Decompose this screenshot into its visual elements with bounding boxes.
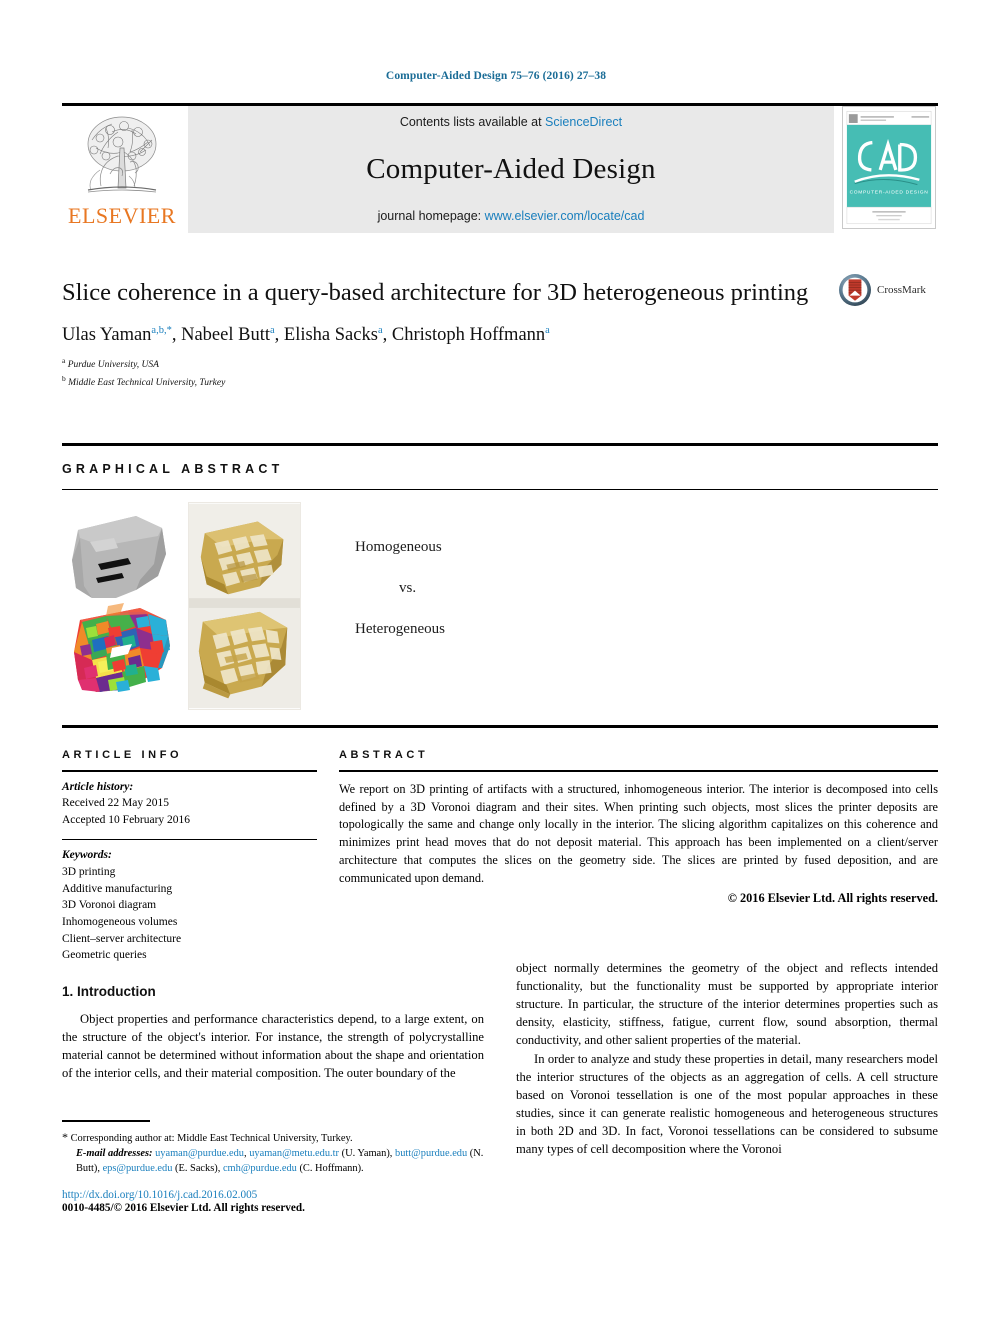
email-tail: (C. Hoffmann). bbox=[299, 1162, 364, 1174]
email-sep: (U. Yaman), bbox=[339, 1147, 396, 1159]
journal-homepage-link[interactable]: www.elsevier.com/locate/cad bbox=[485, 209, 645, 223]
elsevier-wordmark: ELSEVIER bbox=[68, 203, 176, 228]
journal-title: Computer-Aided Design bbox=[366, 152, 656, 185]
corresponding-star: * bbox=[62, 1129, 68, 1144]
email-link[interactable]: uyaman@metu.edu.tr bbox=[249, 1148, 339, 1159]
journal-cover: COMPUTER-AIDED DESIGN bbox=[842, 106, 938, 233]
homepage-line: journal homepage: www.elsevier.com/locat… bbox=[378, 209, 645, 223]
body-paragraph: Object properties and performance charac… bbox=[62, 1012, 484, 1080]
affiliation-item: b Middle East Technical University, Turk… bbox=[62, 373, 938, 391]
crossmark-icon bbox=[839, 274, 871, 306]
ga-bottom-rule bbox=[62, 725, 938, 728]
ga-model-renders bbox=[62, 502, 182, 715]
body-paragraph: object normally determines the geometry … bbox=[516, 961, 938, 1047]
article-history-item: Accepted 10 February 2016 bbox=[62, 814, 191, 827]
keywords-label: Keywords: bbox=[62, 849, 112, 862]
voronoi-pu-shape bbox=[74, 603, 170, 693]
ga-label-heterogeneous: Heterogeneous bbox=[355, 621, 445, 638]
author-entry: Elisha Sacksa bbox=[284, 325, 383, 345]
contents-line-prefix: Contents lists available at bbox=[399, 115, 546, 129]
author-marks: a,b,* bbox=[151, 325, 172, 337]
footnote-block: * Corresponding author at: Middle East T… bbox=[62, 1120, 484, 1214]
section-heading-introduction: 1. Introduction bbox=[62, 984, 156, 999]
author-name: Elisha Sacks bbox=[283, 325, 378, 346]
graphical-abstract-heading: GRAPHICAL ABSTRACT bbox=[62, 461, 284, 476]
contents-line: Contents lists available at ScienceDirec… bbox=[400, 115, 622, 129]
gray-pu-shape bbox=[72, 516, 166, 599]
author-sep: , bbox=[171, 325, 182, 346]
article-history-item: Received 22 May 2015 bbox=[62, 797, 169, 810]
keyword-item: 3D printing bbox=[62, 866, 116, 879]
article-info-column: ARTICLE INFO Article history: Received 2… bbox=[62, 735, 317, 964]
sciencedirect-link[interactable]: ScienceDirect bbox=[545, 115, 622, 129]
journal-cover-thumbnail: COMPUTER-AIDED DESIGN bbox=[842, 106, 936, 229]
footnote-rule bbox=[62, 1120, 150, 1122]
corresponding-text: Corresponding author at: Middle East Tec… bbox=[70, 1132, 353, 1144]
issn-copyright-line: 0010-4485/© 2016 Elsevier Ltd. All right… bbox=[62, 1202, 305, 1215]
keywords-list: Keywords: 3D printing Additive manufactu… bbox=[62, 840, 317, 964]
email-link[interactable]: cmh@purdue.edu bbox=[223, 1163, 297, 1174]
corresponding-author-note: * Corresponding author at: Middle East T… bbox=[62, 1129, 484, 1146]
abstract-copyright: © 2016 Elsevier Ltd. All rights reserved… bbox=[727, 890, 938, 905]
author-name: Ulas Yaman bbox=[62, 325, 152, 346]
email-link[interactable]: butt@purdue.edu bbox=[395, 1148, 467, 1159]
page-title: Slice coherence in a query-based archite… bbox=[62, 279, 809, 307]
affiliation-mark: b bbox=[62, 374, 66, 384]
email-sep: (E. Sacks), bbox=[172, 1162, 223, 1174]
doi-link[interactable]: http://dx.doi.org/10.1016/j.cad.2016.02.… bbox=[62, 1189, 484, 1201]
crossmark-label: CrossMark bbox=[877, 284, 926, 296]
author-entry: Christoph Hoffmanna bbox=[392, 325, 550, 345]
email-link[interactable]: eps@purdue.edu bbox=[103, 1163, 173, 1174]
author-entry: Ulas Yamana,b,* bbox=[62, 325, 172, 345]
abstract-text: We report on 3D printing of artifacts wi… bbox=[339, 781, 938, 885]
affiliation-mark: a bbox=[62, 356, 66, 366]
body-paragraph: In order to analyze and study these prop… bbox=[516, 1052, 938, 1156]
running-head: Computer-Aided Design 75–76 (2016) 27–38 bbox=[385, 70, 607, 82]
author-sep: , bbox=[382, 325, 392, 346]
keyword-item: Additive manufacturing bbox=[62, 882, 173, 895]
affiliation-text: Middle East Technical University, Turkey bbox=[68, 378, 226, 389]
author-marks: a bbox=[545, 325, 550, 337]
affiliation-text: Purdue University, USA bbox=[67, 360, 159, 371]
journal-banner: Contents lists available at ScienceDirec… bbox=[188, 106, 834, 233]
email-label: E-mail addresses: bbox=[76, 1147, 153, 1159]
author-name: Christoph Hoffmann bbox=[391, 325, 546, 346]
crossmark-badge[interactable]: CrossMark bbox=[838, 272, 938, 308]
journal-masthead: ELSEVIER Contents lists available at Sci… bbox=[62, 103, 938, 233]
abstract-column: ABSTRACT We report on 3D printing of art… bbox=[339, 735, 938, 964]
body-right-column: object normally determines the geometry … bbox=[516, 960, 938, 1161]
svg-text:COMPUTER-AIDED DESIGN: COMPUTER-AIDED DESIGN bbox=[850, 189, 929, 195]
affiliation-list: a Purdue University, USA b Middle East T… bbox=[62, 355, 938, 391]
cad-cover-art: COMPUTER-AIDED DESIGN bbox=[843, 107, 935, 228]
author-name: Nabeel Butt bbox=[181, 325, 270, 346]
ga-figures bbox=[62, 502, 301, 715]
abstract-heading: ABSTRACT bbox=[339, 749, 429, 761]
keyword-item: Inhomogeneous volumes bbox=[62, 916, 178, 929]
article-history: Article history: Received 22 May 2015 Ac… bbox=[62, 772, 317, 839]
author-entry: Nabeel Butta bbox=[181, 325, 275, 345]
graphical-abstract-body: Homogeneous vs. Heterogeneous bbox=[62, 490, 938, 725]
affiliation-item: a Purdue University, USA bbox=[62, 355, 938, 373]
keyword-item: 3D Voronoi diagram bbox=[62, 899, 157, 912]
elsevier-tree-icon bbox=[87, 116, 157, 193]
graphical-abstract-section: GRAPHICAL ABSTRACT Homogeneous vs. Heter… bbox=[62, 443, 938, 728]
ga-printed-photo bbox=[188, 502, 301, 715]
homepage-prefix: journal homepage: bbox=[377, 209, 485, 223]
article-history-label: Article history: bbox=[62, 780, 134, 793]
author-list: Ulas Yamana,b,*, Nabeel Butta, Elisha Sa… bbox=[62, 325, 938, 346]
pu-model-render-icon bbox=[72, 516, 170, 693]
journal-article-first-page: Computer-Aided Design 75–76 (2016) 27–38 bbox=[0, 0, 992, 1323]
info-abstract-section: ARTICLE INFO Article history: Received 2… bbox=[62, 735, 938, 964]
keyword-item: Client–server architecture bbox=[62, 932, 182, 945]
ga-label-vs: vs. bbox=[399, 580, 417, 597]
elsevier-logo: ELSEVIER bbox=[62, 106, 182, 233]
title-block: Slice coherence in a query-based archite… bbox=[62, 262, 938, 391]
article-info-heading: ARTICLE INFO bbox=[62, 749, 183, 761]
author-sep: , bbox=[274, 325, 284, 346]
ga-label-homogeneous: Homogeneous bbox=[355, 539, 442, 556]
ga-comparison-labels: Homogeneous vs. Heterogeneous bbox=[355, 502, 445, 715]
email-link[interactable]: uyaman@purdue.edu bbox=[155, 1148, 244, 1159]
printed-parts-photo bbox=[188, 502, 301, 711]
email-addresses-note: E-mail addresses: uyaman@purdue.edu, uya… bbox=[62, 1146, 484, 1176]
